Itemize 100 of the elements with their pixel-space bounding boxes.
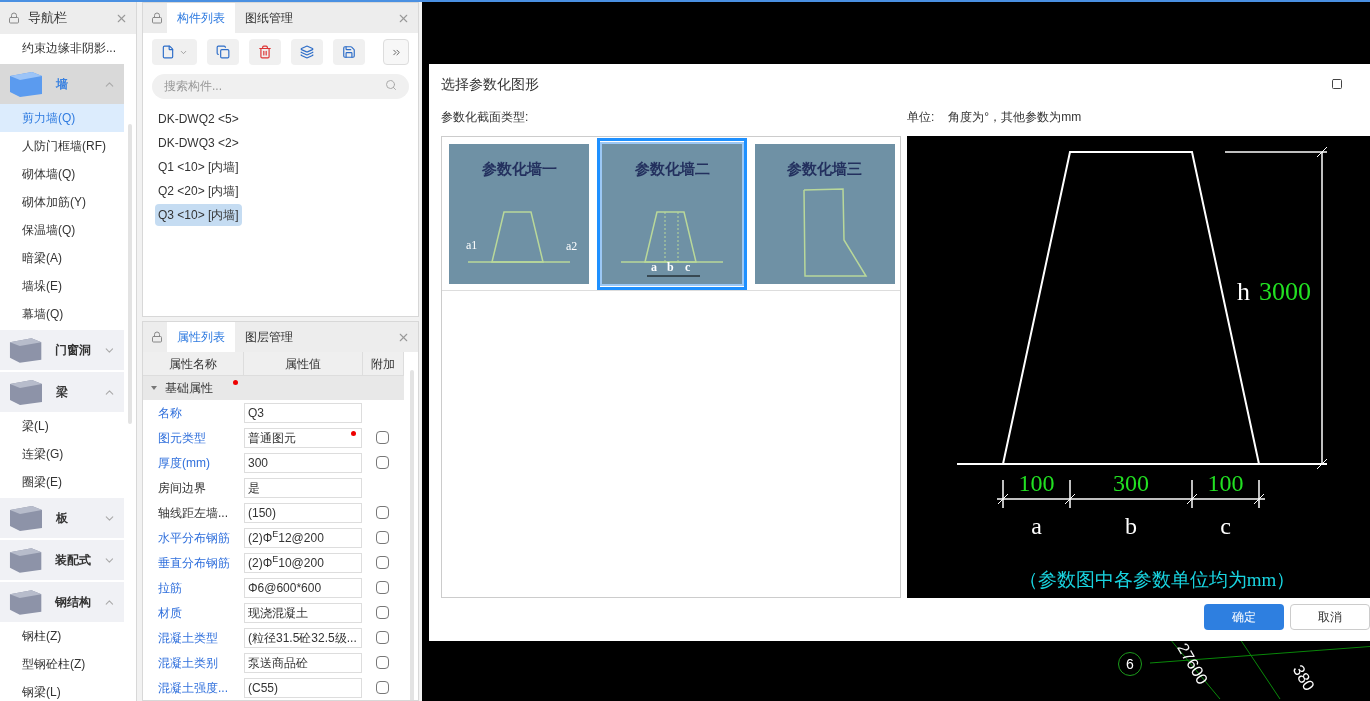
search-icon [385,79,397,91]
nav-group[interactable]: 钢结构 [0,582,124,622]
property-value[interactable]: 泵送商品砼 [244,652,362,673]
checkbox[interactable] [376,656,389,669]
property-value[interactable]: Φ6@600*600 [244,577,362,598]
dimension-text: 380 [1288,660,1319,696]
checkbox[interactable] [376,606,389,619]
column-header: 属性名称 [143,352,244,375]
checkbox[interactable] [376,506,389,519]
property-name: 混凝土强度... [157,679,229,697]
checkbox[interactable] [376,556,389,569]
property-name: 名称 [157,404,183,422]
property-value[interactable]: 现浇混凝土 [244,602,362,623]
lock-icon[interactable] [8,12,20,24]
nav-group[interactable]: 板 [0,498,124,538]
checkbox[interactable] [376,581,389,594]
section-label: 参数化截面类型: [441,109,530,126]
checkbox[interactable] [376,431,389,444]
nav-item[interactable]: 钢柱(Z) [0,622,124,650]
dialog-title: 选择参数化图形 [441,74,539,94]
maximize-icon[interactable] [1331,78,1343,90]
component-item[interactable]: Q2 <20> [内墙] [155,180,242,202]
nav-item[interactable]: 墙垛(E) [0,272,124,300]
dimension-label: c [685,260,691,274]
nav-item[interactable]: 连梁(G) [0,440,124,468]
nav-item[interactable]: 保温墙(Q) [0,216,124,244]
nav-item[interactable]: 砌体加筋(Y) [0,188,124,216]
block-icon [8,588,44,616]
checkbox[interactable] [376,631,389,644]
checkbox[interactable] [376,531,389,544]
nav-item[interactable]: 人防门框墙(RF) [0,132,124,160]
property-name: 材质 [157,604,183,622]
checkbox[interactable] [376,681,389,694]
unit-note: （参数图中各参数单位均为mm） [1018,569,1296,590]
toolbar-button[interactable] [207,39,239,65]
nav-group[interactable]: 门窗洞 [0,330,124,370]
component-item[interactable]: DK-DWQ3 <2> [155,132,242,154]
property-name: 混凝土类别 [157,654,219,672]
lock-icon[interactable] [151,331,163,343]
dimension-value: 100 [1018,470,1055,496]
block-icon [8,546,44,574]
panel-title: 导航栏 [28,9,67,28]
dimension-value: 300 [1113,470,1149,496]
property-value[interactable]: (150) [244,502,362,523]
block-icon [8,70,44,98]
property-value[interactable]: 300 [244,452,362,473]
property-name: 混凝土类型 [157,629,219,647]
caret-icon [151,385,157,391]
checkbox[interactable] [376,456,389,469]
property-value[interactable]: (2)Φ$^{E}$12@200 [244,527,362,548]
dimension-label: c [1220,513,1231,539]
property-name: 垂直分布钢筋 [157,554,231,572]
panel-tab[interactable]: 属性列表 [167,322,235,352]
property-value[interactable]: Q3 [244,402,362,423]
block-icon [8,504,44,532]
panel-tab[interactable]: 图层管理 [235,322,303,352]
property-name: 图元类型 [157,429,207,447]
nav-item[interactable]: 梁(L) [0,412,124,440]
nav-item[interactable]: 剪力墙(Q) [0,104,124,132]
property-value[interactable]: 是 [244,477,362,498]
copy-icon [216,45,230,59]
nav-item[interactable]: 暗梁(A) [0,244,124,272]
dimension-label: b [667,260,674,274]
lock-icon[interactable] [151,12,163,24]
nav-group[interactable]: 装配式 [0,540,124,580]
toolbar-button[interactable] [249,39,281,65]
component-item[interactable]: Q3 <10> [内墙] [155,204,242,226]
property-name: 拉筋 [157,579,183,597]
property-value[interactable]: (粒径31.5砼32.5级... [244,627,362,648]
property-value[interactable]: (2)Φ$^{E}$10@200 [244,552,362,573]
nav-item[interactable]: 砌体墙(Q) [0,160,124,188]
section-option[interactable]: 参数化墙二 a b c [596,137,748,290]
search-field[interactable]: 搜索构件... [152,73,409,99]
toolbar-button[interactable] [333,39,365,65]
toolbar-button[interactable] [152,39,197,65]
column-header: 属性值 [244,352,363,375]
dimension-label: a [651,260,657,274]
component-item[interactable]: Q1 <10> [内墙] [155,156,242,178]
block-icon [8,378,44,406]
nav-item[interactable]: 幕墙(Q) [0,300,124,328]
column-header: 附加 [363,352,404,375]
unit-text: 角度为°，其他参数为mm [948,109,1082,126]
property-name: 轴线距左墙... [157,504,229,522]
component-item[interactable]: DK-DWQ2 <5> [155,108,242,130]
section-row[interactable]: 基础属性 [143,376,404,400]
new-file-icon [161,45,175,59]
nav-item[interactable]: 约束边缘非阴影... [0,34,124,62]
property-value[interactable]: (C55) [244,677,362,698]
panel-tab[interactable]: 图纸管理 [235,3,303,33]
cancel-button[interactable]: 取消 [1290,604,1370,630]
panel-tab[interactable]: 构件列表 [167,3,235,33]
nav-item[interactable]: 型钢砼柱(Z) [0,650,124,678]
nav-group[interactable]: 梁 [0,372,124,412]
property-value[interactable]: 普通图元 [244,427,362,448]
confirm-button[interactable]: 确定 [1204,604,1284,630]
toolbar-button[interactable] [291,39,323,65]
nav-item[interactable]: 圈梁(E) [0,468,124,496]
dimension-label: a [1031,513,1042,539]
thumbnail: 参数化墙二 a b c [602,143,742,284]
nav-item[interactable]: 钢梁(L) [0,678,124,701]
